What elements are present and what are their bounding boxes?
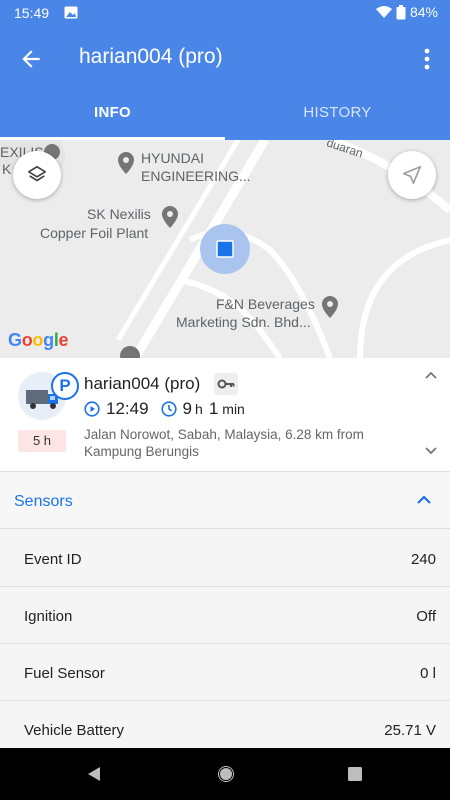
nav-home-icon[interactable] <box>216 764 236 784</box>
nav-recents-icon[interactable] <box>347 766 363 782</box>
map-poi-label: Copper Foil Plant <box>40 225 149 241</box>
battery-icon <box>396 4 406 19</box>
layers-icon <box>27 165 47 182</box>
map-poi-label: HYUNDAI <box>141 150 205 166</box>
back-arrow-icon[interactable] <box>18 46 44 72</box>
sensors-title: Sensors <box>14 493 73 510</box>
sensors-section-header[interactable]: Sensors <box>0 473 450 529</box>
sensor-row: Ignition Off <box>0 587 450 644</box>
wifi-icon <box>375 6 392 18</box>
duration-hours: 9 <box>182 399 193 418</box>
timer-icon <box>160 401 177 417</box>
sensor-row: Event ID 240 <box>0 530 450 587</box>
duration-minutes: 1 <box>208 399 219 418</box>
system-nav-bar <box>0 748 450 800</box>
nav-back-icon[interactable] <box>86 766 102 782</box>
sensor-label: Vehicle Battery <box>24 722 125 739</box>
map-poi-label: K <box>2 161 12 177</box>
vehicle-card[interactable]: P 5 h harian004 (pro) 12:49 9 h 1 min Ja… <box>0 358 450 472</box>
status-icons: 84% <box>375 4 438 20</box>
duration-minutes-unit: min <box>222 401 245 417</box>
map-poi-label: F&N Beverages <box>216 296 315 312</box>
parked-badge: P <box>51 372 79 400</box>
map-poi-label: ENGINEERING... <box>141 168 251 184</box>
sensor-label: Event ID <box>24 551 82 568</box>
map-poi-label: SK Nexilis <box>87 206 151 222</box>
map-locate-button[interactable] <box>388 151 436 199</box>
last-update-time: 12:49 <box>106 399 149 418</box>
sensor-label: Fuel Sensor <box>24 665 105 682</box>
sensor-value: 0 l <box>420 665 436 682</box>
chevron-up-icon[interactable] <box>416 493 432 505</box>
sensor-value: Off <box>416 608 436 625</box>
app-bar: harian004 (pro) INFO HISTORY <box>0 26 450 140</box>
sensor-value: 25.71 V <box>384 722 436 739</box>
sensor-row: Fuel Sensor 0 l <box>0 644 450 701</box>
status-time: 15:49 <box>14 5 50 21</box>
map-view[interactable]: EXILIS K HYUNDAI ENGINEERING... SK Nexil… <box>0 140 450 358</box>
navigation-arrow-icon <box>402 165 422 185</box>
sensor-value: 240 <box>410 551 436 568</box>
vehicle-name: harian004 (pro) <box>84 374 201 393</box>
play-clock-icon <box>84 401 100 417</box>
map-layers-button[interactable] <box>13 151 61 199</box>
status-bar: 15:49 84% <box>0 0 450 26</box>
chevron-down-icon[interactable] <box>424 446 438 456</box>
sensor-label: Ignition <box>24 608 73 625</box>
gallery-notification-icon <box>64 6 78 19</box>
tab-history[interactable]: HISTORY <box>225 104 450 140</box>
more-vert-icon[interactable] <box>422 46 432 72</box>
chevron-up-icon[interactable] <box>424 370 438 380</box>
vehicle-address: Jalan Norowot, Sabah, Malaysia, 6.28 km … <box>84 427 364 459</box>
age-badge: 5 h <box>18 430 66 452</box>
page-title: harian004 (pro) <box>79 45 223 68</box>
google-logo: Google <box>8 330 69 350</box>
battery-percent: 84% <box>409 4 438 20</box>
tab-info[interactable]: INFO <box>0 104 225 140</box>
ignition-key-icon <box>214 373 238 395</box>
map-poi-label: Marketing Sdn. Bhd... <box>176 314 311 330</box>
duration-hours-unit: h <box>195 401 203 417</box>
time-row: 12:49 9 h 1 min <box>84 399 245 419</box>
